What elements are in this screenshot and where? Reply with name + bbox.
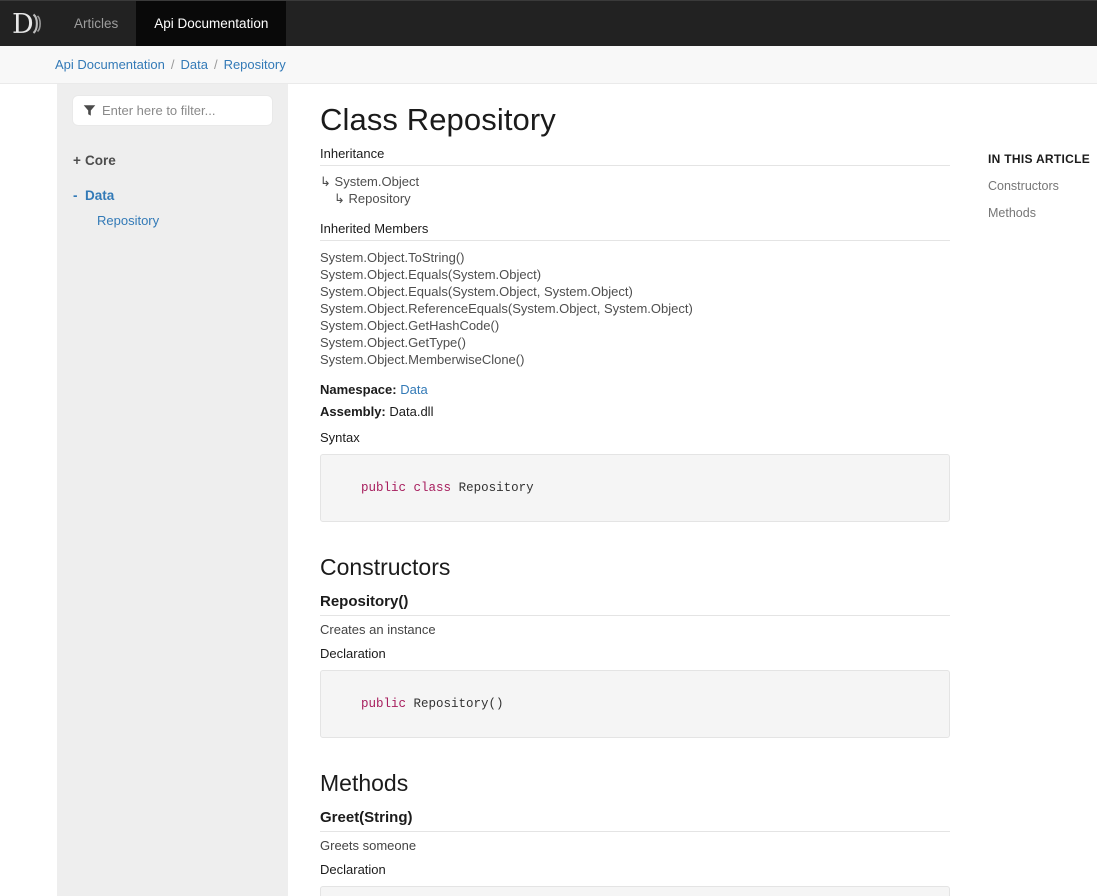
page-title: Class Repository <box>320 102 556 137</box>
constructor-repository-title: Repository() <box>320 593 950 616</box>
breadcrumb: Api Documentation / Data / Repository <box>0 46 1097 84</box>
svg-text:D: D <box>12 9 34 39</box>
affix-link-constructors[interactable]: Constructors <box>988 179 1097 193</box>
affix-link-methods[interactable]: Methods <box>988 206 1097 220</box>
toc-node-core-label: Core <box>85 153 116 168</box>
inheritance-heading: Inheritance <box>320 146 950 166</box>
namespace-label: Namespace: <box>320 382 397 397</box>
inherited-member: System.Object.Equals(System.Object, Syst… <box>320 284 633 299</box>
main-content: Class Repository Inheritance ↳ System.Ob… <box>288 84 978 896</box>
assembly-line: Assembly: Data.dll <box>320 402 978 422</box>
method-declaration-heading: Declaration <box>320 862 386 877</box>
inherited-members-list: System.Object.ToString() System.Object.E… <box>320 249 978 368</box>
code-token: public <box>361 481 407 495</box>
inheritance-row: ↳ Repository <box>320 190 978 207</box>
constructor-declaration-heading: Declaration <box>320 646 386 661</box>
docfx-d-logo-icon: D <box>12 9 46 39</box>
inheritance-arrow-icon: ↳ <box>334 191 345 206</box>
nav-tab-articles[interactable]: Articles <box>56 1 136 46</box>
methods-section-heading: Methods <box>320 770 409 796</box>
toc-node-data-label: Data <box>85 188 115 203</box>
code-token: Repository <box>451 481 534 495</box>
code-token: class <box>413 481 452 495</box>
inheritance-row: ↳ System.Object <box>320 173 978 190</box>
inherited-member: System.Object.ReferenceEquals(System.Obj… <box>320 301 693 316</box>
inheritance-chain: ↳ System.Object ↳ Repository <box>320 173 978 207</box>
inheritance-label: Repository <box>348 191 411 206</box>
brand-logo[interactable]: D <box>0 1 56 46</box>
inherited-member: System.Object.Equals(System.Object) <box>320 267 542 282</box>
inherited-member: System.Object.GetHashCode() <box>320 318 500 333</box>
inherited-member: System.Object.MemberwiseClone() <box>320 352 525 367</box>
constructor-code-block: public Repository() <box>320 670 950 738</box>
inherited-members-heading: Inherited Members <box>320 221 950 241</box>
namespace-value[interactable]: Data <box>400 382 427 397</box>
toc: + Core - Data Repository <box>73 153 272 228</box>
breadcrumb-item-repository[interactable]: Repository <box>224 57 286 72</box>
method-code-block: public void Greet(string name) <box>320 886 950 896</box>
nav-tab-articles-label: Articles <box>74 16 119 31</box>
nav-tab-api-documentation-label: Api Documentation <box>154 16 269 31</box>
in-this-article-rail: IN THIS ARTICLE Constructors Methods <box>978 84 1097 896</box>
method-description: Greets someone <box>320 838 417 853</box>
toc-node-core[interactable]: + Core <box>73 153 272 168</box>
filter-box[interactable] <box>73 96 272 125</box>
assembly-label: Assembly: <box>320 404 386 419</box>
constructor-description: Creates an instance <box>320 622 436 637</box>
sidebar: + Core - Data Repository <box>57 84 288 896</box>
syntax-code-block: public class Repository <box>320 454 950 522</box>
in-this-article-title: IN THIS ARTICLE <box>988 152 1091 166</box>
assembly-value: Data.dll <box>389 404 434 419</box>
syntax-heading: Syntax <box>320 430 360 445</box>
navbar: D Articles Api Documentation <box>0 0 1097 46</box>
method-greet-title: Greet(String) <box>320 809 950 832</box>
breadcrumb-item-api-documentation[interactable]: Api Documentation <box>55 57 165 72</box>
filter-input[interactable] <box>102 103 264 118</box>
expand-plus-icon[interactable]: + <box>73 153 85 168</box>
inherited-member: System.Object.GetType() <box>320 335 466 350</box>
nav-tab-api-documentation[interactable]: Api Documentation <box>136 1 287 46</box>
namespace-line: Namespace: Data <box>320 380 978 400</box>
code-token: Repository() <box>406 697 504 711</box>
breadcrumb-item-data[interactable]: Data <box>180 57 207 72</box>
constructors-section-heading: Constructors <box>320 554 451 580</box>
toc-item-repository[interactable]: Repository <box>73 213 272 228</box>
inheritance-label: System.Object <box>334 174 420 189</box>
toc-node-data[interactable]: - Data <box>73 188 272 203</box>
breadcrumb-separator: / <box>213 57 218 72</box>
collapse-minus-icon[interactable]: - <box>73 188 85 203</box>
inherited-member: System.Object.ToString() <box>320 250 465 265</box>
inheritance-arrow-icon: ↳ <box>320 174 331 189</box>
funnel-icon <box>83 104 96 117</box>
code-token: public <box>361 697 407 711</box>
breadcrumb-separator: / <box>170 57 175 72</box>
